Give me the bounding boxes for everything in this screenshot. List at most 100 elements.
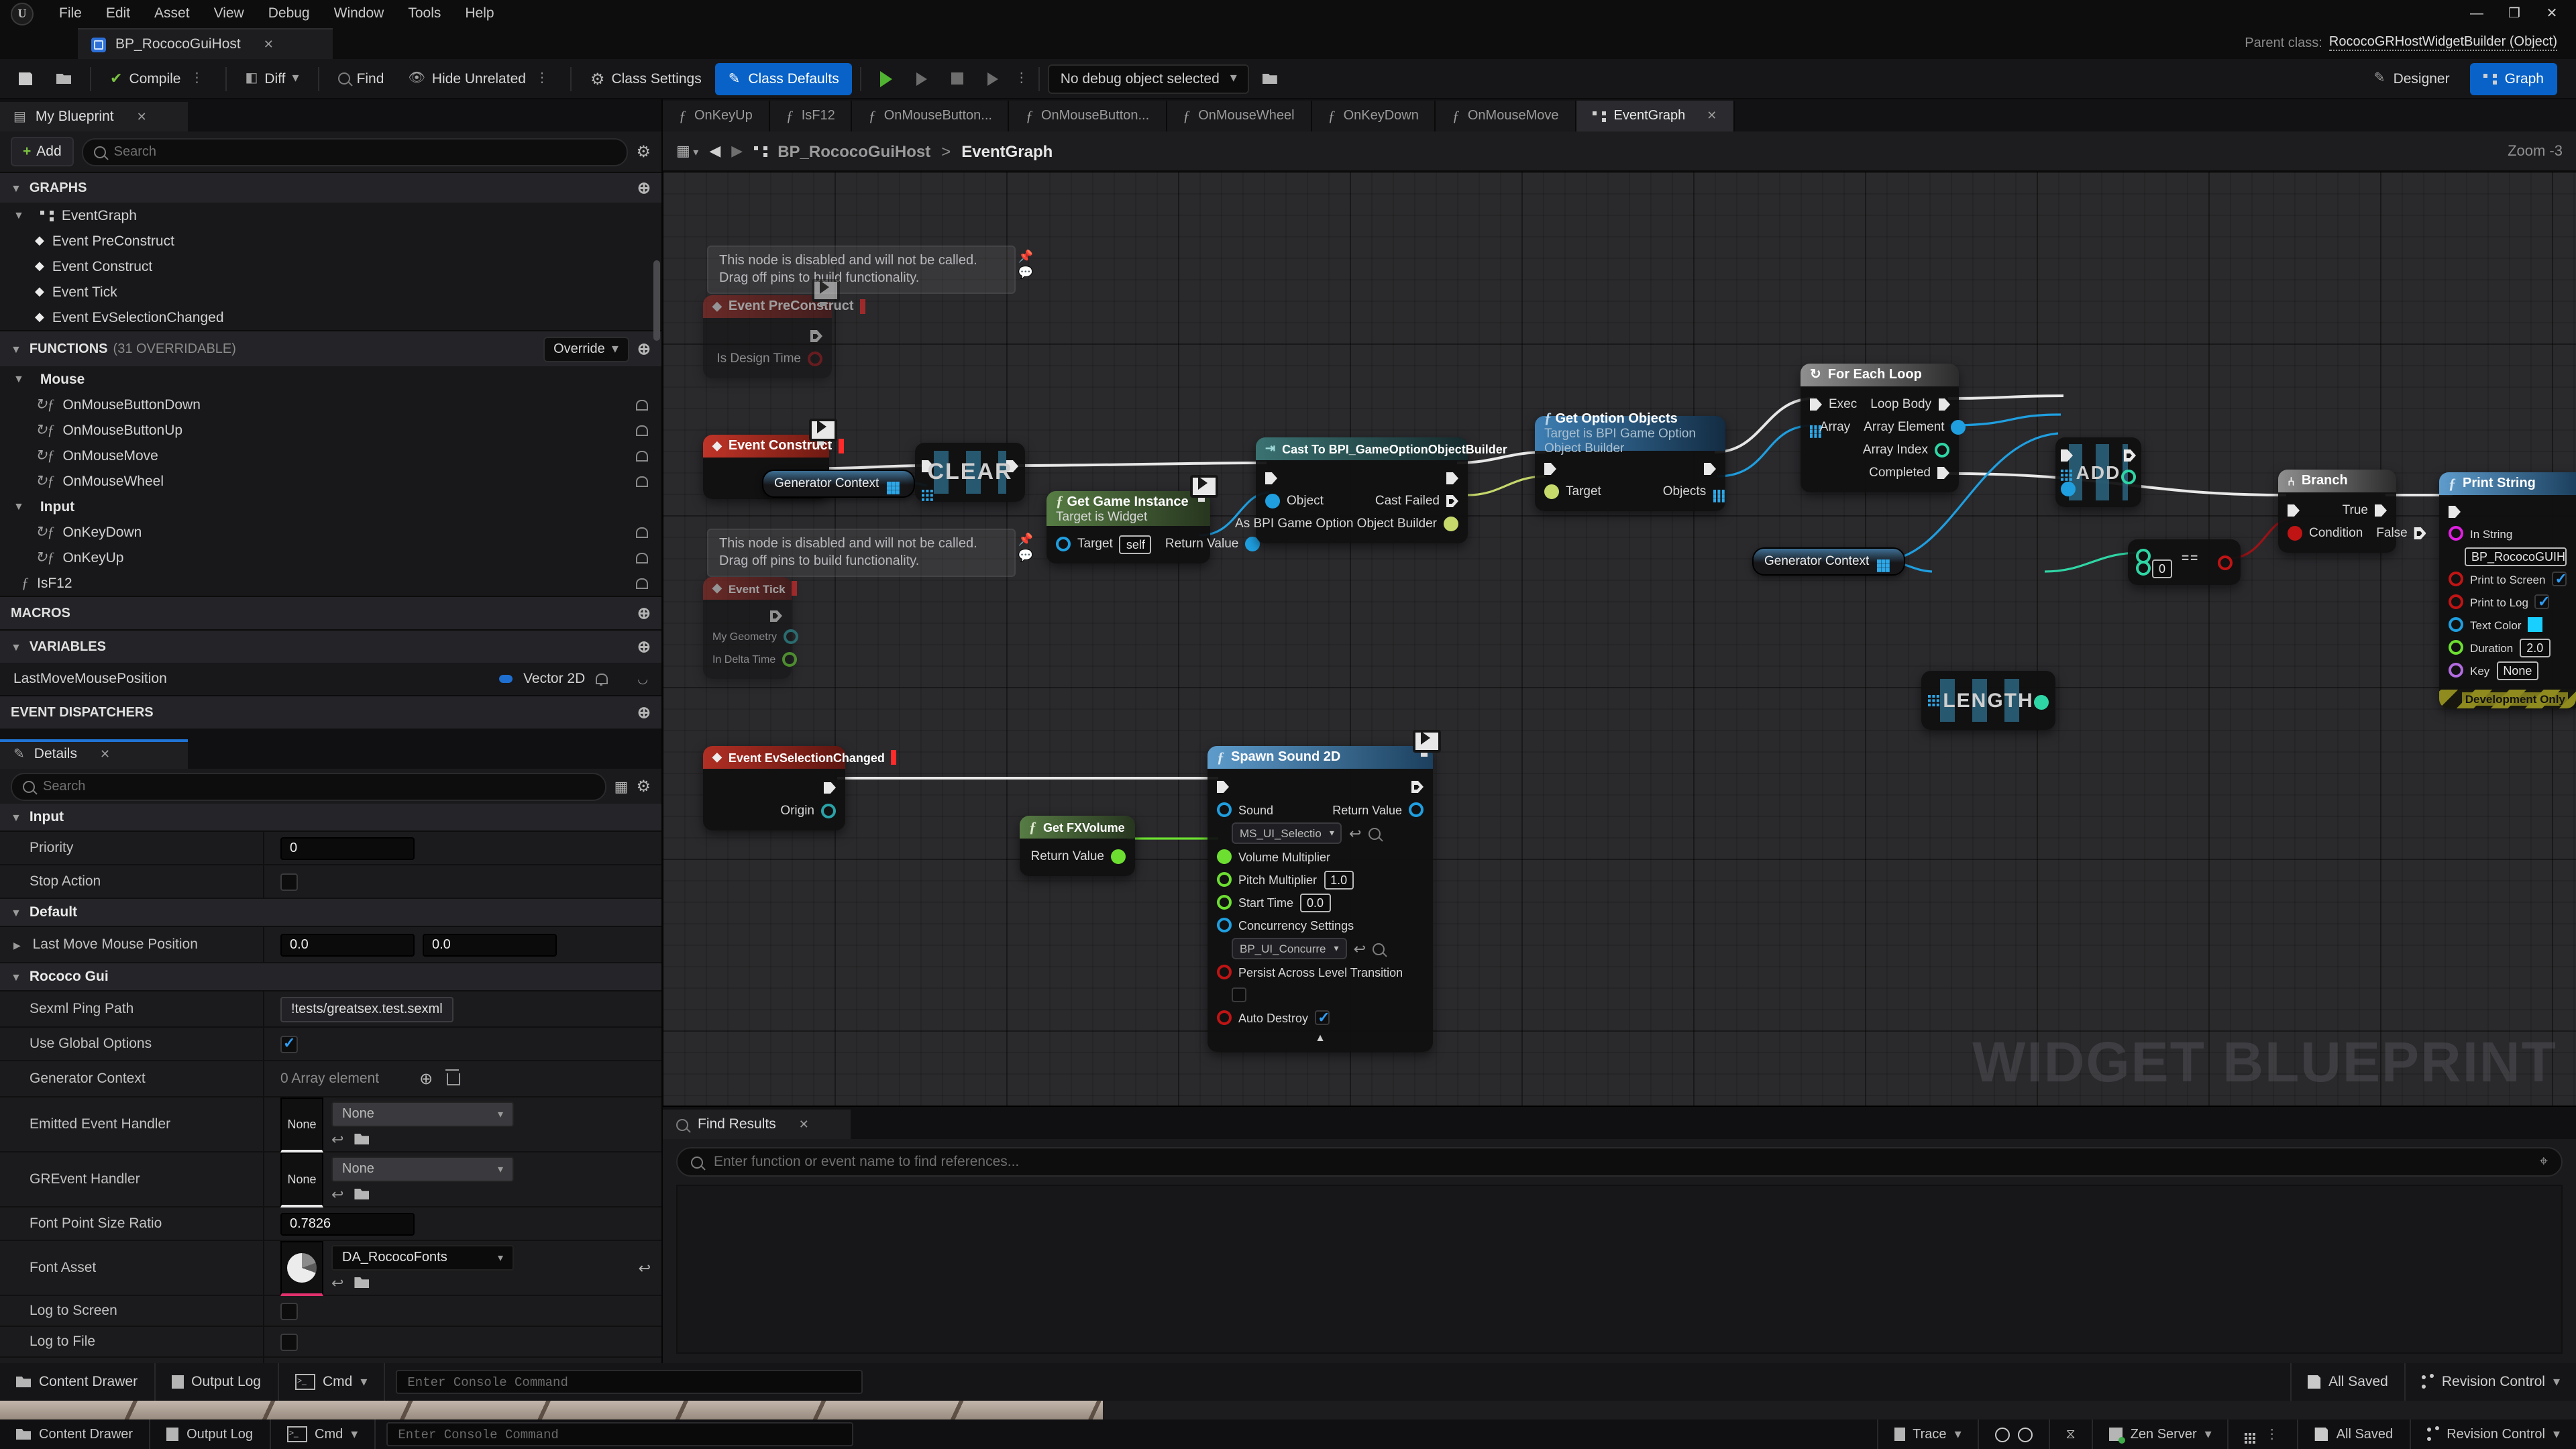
concurrency-pin[interactable] [1217,918,1232,932]
tab-onmousebuttonup[interactable]: ƒOnMouseButton... [1010,101,1167,131]
sound-pin[interactable] [1217,802,1232,817]
debug-browse-button[interactable] [1252,62,1288,95]
event-dispatchers-section-header[interactable]: EVENT DISPATCHERS ⊕ [0,695,661,729]
more-options-icon[interactable]: ⋮ [2263,1427,2282,1442]
variables-section-header[interactable]: ▼ VARIABLES ⊕ [0,629,661,663]
element-in-pin[interactable] [2061,482,2076,496]
tab-onkeyup[interactable]: ƒOnKeyUp [663,101,770,131]
node-array-length[interactable]: LENGTH [1921,671,2055,730]
pitch-multiplier-pin[interactable] [1217,872,1232,887]
exec-in-pin[interactable] [1544,463,1556,475]
details-settings-gear-icon[interactable]: ⚙ [636,777,651,796]
print-log-checkbox[interactable] [2535,594,2550,609]
sexml-input[interactable]: !tests/greatsex.test.sexml [280,996,453,1022]
key-value[interactable]: None [2496,661,2538,680]
event-graph-canvas[interactable]: This node is disabled and will not be ca… [663,172,2576,1106]
b-literal[interactable]: 0 [2152,559,2172,578]
save-button[interactable] [8,62,43,95]
as-object-pin[interactable] [1444,517,1458,531]
class-settings-button[interactable]: ⚙ Class Settings [580,62,712,95]
tree-item-event-preconstruct[interactable]: ◆Event PreConstruct [0,228,661,254]
find-results-list[interactable] [676,1185,2563,1354]
trace-dropdown[interactable]: Trace▾ [1876,1419,1977,1449]
tab-onkeydown[interactable]: ƒOnKeyDown [1312,101,1436,131]
b-in-pin[interactable] [2136,561,2151,576]
bell-icon[interactable] [636,578,648,588]
output-log-button[interactable]: Output Log [155,1363,278,1401]
print-screen-checkbox[interactable] [2552,572,2567,586]
node-get-option-objects[interactable]: ƒ Get Option Objects Target is BPI Game … [1535,416,1725,511]
add-variable-icon[interactable]: ⊕ [637,637,651,656]
exec-out-pin[interactable] [1411,781,1424,793]
text-color-pin[interactable] [2449,617,2463,632]
exec-out-pin[interactable] [1704,463,1716,475]
exec-out-pin[interactable] [1446,472,1458,484]
browse-icon[interactable] [354,1134,369,1144]
delta-out-pin[interactable] [782,652,797,667]
hide-unrelated-button[interactable]: 👁 Hide Unrelated ⋮ [397,62,562,95]
browse-icon[interactable] [1368,827,1380,839]
reset-to-default-icon[interactable]: ↩ [639,1259,651,1277]
tab-bp-rococoguihost[interactable]: BP_RococoGuiHost ✕ [78,28,333,59]
output-log-button[interactable]: Output Log [150,1419,270,1449]
array-in-pin[interactable] [922,489,925,492]
fn-onmousebuttondown[interactable]: ↻ƒOnMouseButtonDown [0,392,661,417]
add-array-element-icon[interactable]: ⊕ [419,1069,433,1088]
tab-onmousemove[interactable]: ƒOnMouseMove [1436,101,1576,131]
node-event-tick[interactable]: ◆Event Tick My Geometry In Delta Time [703,577,792,679]
nav-back-icon[interactable]: ◀ [709,142,720,160]
designer-button[interactable]: ✎ Designer [2362,62,2462,95]
exec-in-pin[interactable] [1265,472,1277,484]
node-clear-array[interactable]: CLEAR [915,443,1025,502]
stop-action-checkbox[interactable] [280,873,298,890]
menu-file[interactable]: File [47,0,94,27]
details-section-rococo-gui[interactable]: ▼Rococo Gui [0,963,661,991]
last-move-x-input[interactable]: 0.0 [280,933,415,956]
bell-icon[interactable] [636,476,648,486]
length-out-pin[interactable] [2034,695,2049,710]
array-pin[interactable] [1877,560,1880,564]
pitch-value[interactable]: 1.0 [1324,870,1354,889]
fn-onmousebuttonup[interactable]: ↻ƒOnMouseButtonUp [0,417,661,443]
browse-icon[interactable] [1373,943,1385,955]
node-for-each-loop[interactable]: ↻For Each Loop ExecLoop Body ArrayArray … [1801,364,1959,492]
add-dispatcher-icon[interactable]: ⊕ [637,703,651,722]
in-string-pin[interactable] [2449,526,2463,541]
add-button[interactable]: + Add [11,137,74,166]
override-dropdown[interactable]: Override▾ [543,336,629,362]
revision-control-button[interactable]: Revision Control▾ [2409,1419,2576,1449]
node-event-evselectionchanged[interactable]: ◆Event EvSelectionChanged Origin [703,746,845,830]
in-string-value[interactable]: BP_RococoGUIHost: Emp [2465,547,2567,566]
array-element-pin[interactable] [1951,420,1966,435]
menu-tools[interactable]: Tools [396,0,453,27]
use-selected-icon[interactable]: ↩ [331,1274,343,1291]
variable-lastmovemouseposition[interactable]: LastMoveMousePosition Vector 2D ◡ [0,663,661,695]
breadcrumb-current[interactable]: EventGraph [961,142,1053,160]
fn-isf12[interactable]: ƒIsF12 [0,570,661,596]
graph-view-options-icon[interactable]: ▦ ▾ [676,142,698,160]
start-time-value[interactable]: 0.0 [1300,893,1330,912]
my-blueprint-search-input[interactable]: Search [82,138,629,166]
find-button[interactable]: Find [327,62,395,95]
tree-item-event-tick[interactable]: ◆Event Tick [0,279,661,305]
tab-details[interactable]: ✎ Details ✕ [0,739,188,769]
details-section-default[interactable]: ▼Default [0,899,661,927]
restore-icon[interactable]: ❐ [2498,3,2530,24]
return-value-pin[interactable] [1111,849,1126,864]
volume-multiplier-pin[interactable] [1217,849,1232,864]
start-time-pin[interactable] [1217,895,1232,910]
array-in-pin[interactable] [1810,426,1813,429]
node-branch[interactable]: ⑃Branch True ConditionFalse [2278,470,2396,553]
node-get-fxvolume[interactable]: ƒ Get FXVolume Return Value [1020,816,1135,876]
debug-object-dropdown[interactable]: No debug object selected ▾ [1049,64,1249,93]
variable-pill-generator-context[interactable]: Generator Context [762,470,915,498]
objects-array-pin[interactable] [1713,490,1716,494]
node-event-preconstruct[interactable]: ◆Event PreConstruct Is Design Time [703,295,832,378]
play-options-icon[interactable]: ⋮ [1012,71,1031,86]
node-spawn-sound-2d[interactable]: ƒ Spawn Sound 2D SoundReturn Value MS_UI… [1208,746,1433,1052]
fn-onmousewheel[interactable]: ↻ƒOnMouseWheel [0,468,661,494]
add-function-icon[interactable]: ⊕ [637,339,651,358]
tab-onmousebuttondown[interactable]: ƒOnMouseButton... [853,101,1010,131]
menu-asset[interactable]: Asset [142,0,202,27]
auto-destroy-checkbox[interactable] [1315,1010,1330,1025]
